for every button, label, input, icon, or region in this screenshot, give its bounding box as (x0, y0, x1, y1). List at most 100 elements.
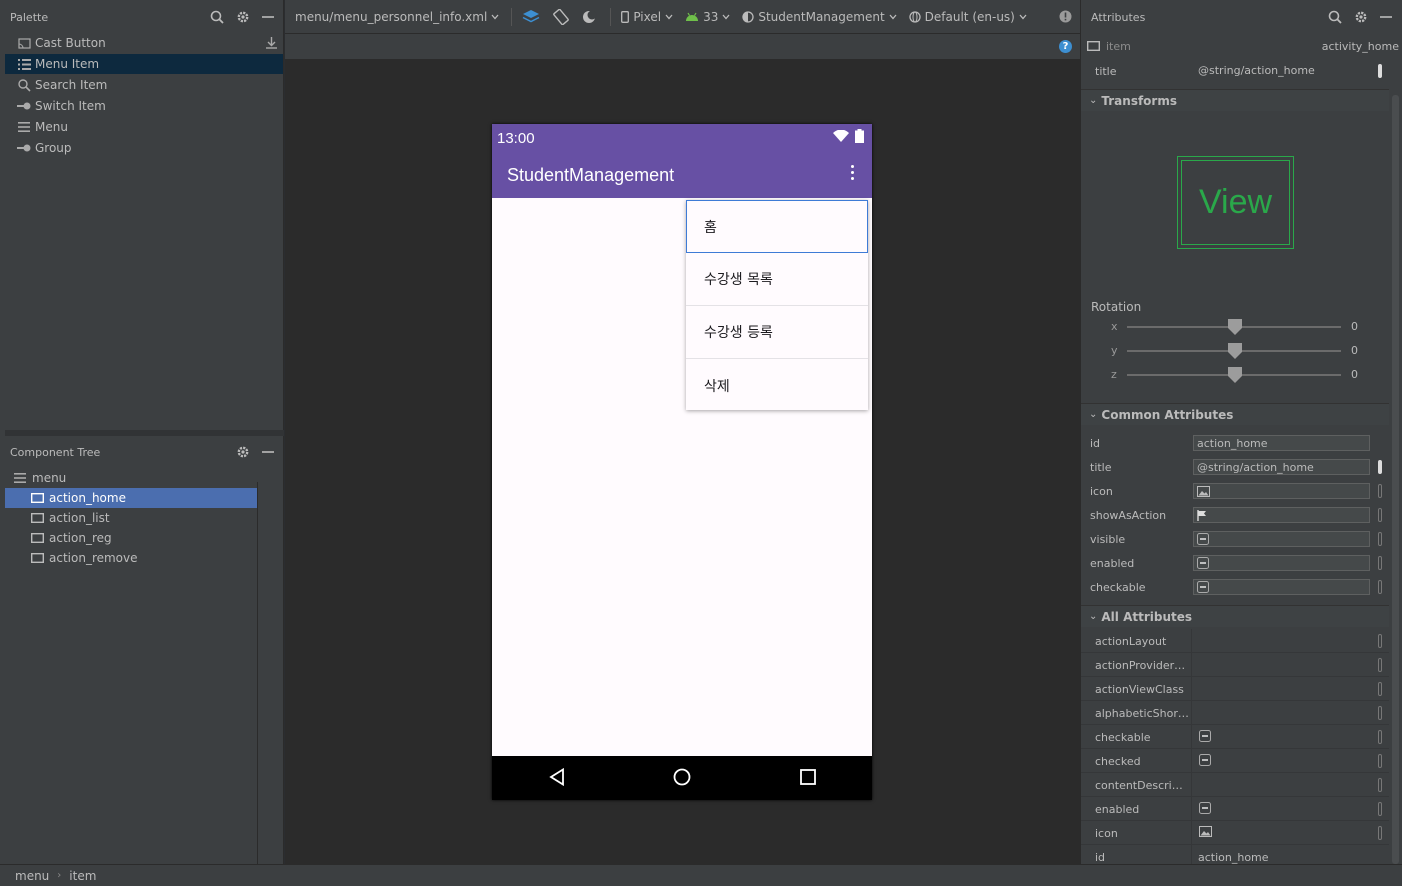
layers-button[interactable] (522, 9, 540, 25)
breadcrumb-item[interactable]: menu (15, 869, 49, 883)
menu-item-register[interactable]: 수강생 등록 (686, 306, 868, 359)
rotation-slider-x[interactable]: x 0 (1081, 317, 1381, 337)
minimize-icon[interactable] (262, 445, 274, 459)
icon-field[interactable] (1193, 483, 1370, 499)
title-field[interactable]: @string/action_home (1193, 459, 1370, 475)
download-icon[interactable] (266, 37, 277, 49)
palette-item-cast-button[interactable]: Cast Button (5, 33, 283, 53)
palette-item-menu-item[interactable]: Menu Item (5, 54, 283, 74)
slider-thumb[interactable] (1228, 319, 1242, 335)
boolean-flag-icon[interactable] (1199, 754, 1211, 766)
all-attr-row[interactable]: actionProviderCl... (1081, 653, 1389, 677)
gear-icon[interactable] (236, 10, 250, 24)
all-attr-row[interactable]: enabled (1081, 797, 1389, 821)
flag-icon (1197, 509, 1206, 521)
gear-icon[interactable] (236, 445, 250, 459)
theme-icon (742, 10, 755, 23)
attr-resource-indicator[interactable] (1378, 826, 1382, 840)
image-icon[interactable] (1199, 826, 1212, 837)
boolean-flag-icon[interactable] (1199, 802, 1211, 814)
tree-item-action-list[interactable]: action_list (5, 508, 257, 528)
device-selector[interactable]: Pixel (621, 10, 673, 24)
home-icon[interactable] (673, 768, 691, 786)
attr-resource-indicator[interactable] (1378, 634, 1382, 648)
attr-resource-indicator[interactable] (1378, 556, 1382, 570)
attr-row-title-top[interactable]: title @string/action_home (1081, 59, 1389, 83)
show-as-action-field[interactable] (1193, 507, 1370, 523)
boolean-flag-icon[interactable] (1199, 730, 1211, 742)
phone-preview[interactable]: 13:00 StudentManagement 홈 수강생 목록 수강생 등록 … (492, 124, 872, 800)
all-attr-row[interactable]: alphabeticShortc... (1081, 701, 1389, 725)
minimize-icon[interactable] (262, 10, 274, 24)
menu-item-delete[interactable]: 삭제 (686, 359, 868, 412)
search-icon[interactable] (1328, 10, 1342, 24)
attr-resource-indicator[interactable] (1378, 580, 1382, 594)
slider-thumb[interactable] (1228, 367, 1242, 383)
tree-root-menu[interactable]: menu (5, 468, 257, 488)
attr-resource-indicator[interactable] (1378, 706, 1382, 720)
all-attr-row[interactable]: checked (1081, 749, 1389, 773)
back-icon[interactable] (549, 768, 565, 786)
item-rect-icon (29, 553, 45, 563)
palette-item-switch-item[interactable]: Switch Item (5, 96, 283, 116)
menu-item-home[interactable]: 홈 (686, 200, 868, 253)
attr-resource-indicator[interactable] (1378, 64, 1382, 78)
all-attributes-section-header[interactable]: ⌄ All Attributes (1081, 605, 1389, 627)
checkable-field[interactable] (1193, 579, 1370, 595)
visible-field[interactable] (1193, 531, 1370, 547)
slider-thumb[interactable] (1228, 343, 1242, 359)
common-attributes-section-header[interactable]: ⌄ Common Attributes (1081, 403, 1389, 425)
attr-resource-indicator[interactable] (1378, 532, 1382, 546)
palette-item-menu[interactable]: Menu (5, 117, 283, 137)
attr-resource-indicator[interactable] (1378, 778, 1382, 792)
tree-item-action-home[interactable]: action_home (5, 488, 257, 508)
phone-icon (621, 10, 630, 23)
minimize-icon[interactable] (1380, 10, 1392, 24)
tree-item-action-reg[interactable]: action_reg (5, 528, 257, 548)
all-attr-row[interactable]: icon (1081, 821, 1389, 845)
enabled-field[interactable] (1193, 555, 1370, 571)
palette-item-group[interactable]: Group (5, 138, 283, 158)
all-attr-row[interactable]: contentDescripti... (1081, 773, 1389, 797)
attr-resource-indicator[interactable] (1378, 508, 1382, 522)
theme-selector[interactable]: StudentManagement (742, 9, 897, 24)
file-selector[interactable]: menu/menu_personnel_info.xml (295, 10, 499, 24)
breadcrumb-item[interactable]: item (69, 869, 96, 883)
overflow-menu-icon[interactable] (851, 165, 854, 180)
palette-item-search-item[interactable]: Search Item (5, 75, 283, 95)
all-attr-row[interactable]: checkable (1081, 725, 1389, 749)
transforms-section-header[interactable]: ⌄ Transforms (1081, 89, 1389, 111)
attr-resource-indicator[interactable] (1378, 730, 1382, 744)
night-mode-button[interactable] (582, 9, 598, 25)
all-attr-row[interactable]: actionLayout (1081, 629, 1389, 653)
id-field[interactable]: action_home (1193, 435, 1370, 451)
selected-item-header: item activity_home (1081, 34, 1402, 58)
gear-icon[interactable] (1354, 10, 1368, 24)
api-selector[interactable]: 33 (685, 10, 730, 24)
all-attr-row[interactable]: id action_home (1081, 845, 1389, 864)
attr-resource-indicator[interactable] (1378, 658, 1382, 672)
help-icon[interactable]: ? (1059, 40, 1072, 53)
attributes-scrollbar[interactable] (1392, 95, 1399, 864)
locale-selector[interactable]: Default (en-us) (909, 10, 1027, 24)
attr-resource-indicator[interactable] (1378, 802, 1382, 816)
search-icon[interactable] (210, 10, 224, 24)
recents-icon[interactable] (800, 769, 816, 785)
all-attr-row[interactable]: actionViewClass (1081, 677, 1389, 701)
attr-resource-indicator[interactable] (1378, 484, 1382, 498)
orientation-button[interactable] (552, 8, 570, 25)
rotation-slider-z[interactable]: z 0 (1081, 365, 1381, 385)
tree-item-label: action_home (49, 491, 126, 505)
rotation-slider-y[interactable]: y 0 (1081, 341, 1381, 361)
attr-resource-indicator[interactable] (1378, 460, 1382, 474)
attr-resource-indicator[interactable] (1378, 754, 1382, 768)
theme-name: StudentManagement (758, 9, 885, 24)
item-id: activity_home (1321, 39, 1399, 53)
tree-item-action-remove[interactable]: action_remove (5, 548, 257, 568)
design-canvas[interactable]: 13:00 StudentManagement 홈 수강생 목록 수강생 등록 … (285, 60, 1080, 864)
warning-icon[interactable] (1059, 10, 1072, 23)
slider-axis: z (1111, 368, 1117, 381)
menu-item-list[interactable]: 수강생 목록 (686, 253, 868, 306)
attr-resource-indicator[interactable] (1378, 682, 1382, 696)
menu-item-icon (16, 58, 32, 70)
